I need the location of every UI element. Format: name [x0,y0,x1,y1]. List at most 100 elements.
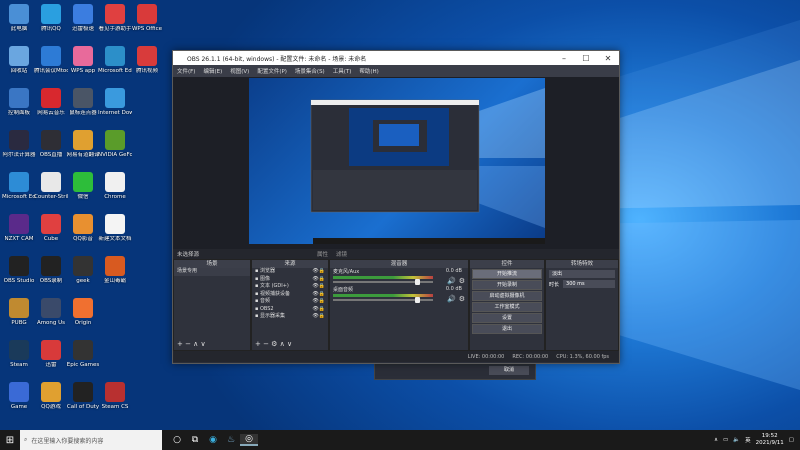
desktop-icon[interactable]: geek [66,256,100,285]
desktop-icon[interactable]: 腾讯QQ [34,4,68,33]
control-button[interactable]: 设置 [472,313,542,323]
desktop-icon[interactable]: QQ影音 [66,214,100,243]
menu-item[interactable]: 视图(V) [230,67,249,75]
desktop-icon[interactable]: OBS Studio [2,256,36,285]
desktop-icon[interactable]: 控制面板 [2,88,36,117]
desktop-icon[interactable]: 腾讯视频 [130,46,164,75]
task-view-button[interactable]: ⧉ [186,435,204,445]
scene-controls[interactable]: + − ∧ ∨ [177,340,206,348]
desktop-icon[interactable]: 网易有道翻译 [66,130,100,159]
speaker-icon[interactable]: 🔊 [447,295,456,303]
control-button[interactable]: 工作室模式 [472,302,542,312]
mixer-row-mic[interactable]: 麦克风/Aux 0.0 dB 🔊 ⚙ [330,268,468,286]
control-button[interactable]: 开始录制 [472,280,542,290]
visibility-lock-icons[interactable]: 👁🔒 [312,283,328,291]
transition-select[interactable]: 淡出 [549,270,615,278]
visibility-lock-icons[interactable]: 👁🔒 [312,306,328,314]
desktop-icon[interactable]: Call of Duty [66,382,100,411]
desktop-icon[interactable]: 回收站 [2,46,36,75]
notification-icon[interactable]: ▢ [789,437,794,443]
preview-canvas[interactable] [249,78,545,244]
desktop-icon[interactable]: Game [2,382,36,411]
chevron-up-icon[interactable]: ∧ [714,437,718,443]
ime-indicator[interactable]: 英 [745,436,751,444]
desktop-icon[interactable]: OBS直播 [34,130,68,159]
desktop-icon[interactable]: 鼠标连点器 [66,88,100,117]
desktop-icon[interactable]: Counter-Strike [34,172,68,201]
desktop-icon[interactable]: WPS Office [130,4,164,33]
desktop-icon[interactable]: 金山毒霸 [98,256,132,285]
desktop-icon[interactable]: QQ游戏 [34,382,68,411]
steam-icon[interactable]: ♨ [222,435,240,445]
properties-button[interactable]: 属性 [317,250,328,258]
maximize-button[interactable]: ☐ [575,54,597,63]
desktop-icon[interactable]: Microsoft Edge [98,46,132,75]
desktop-icon[interactable]: NZXT CAM [2,214,36,243]
search-box[interactable]: ⌕ 在这里输入你要搜索的内容 [20,430,162,450]
close-button[interactable]: ✕ [597,54,619,63]
start-button[interactable]: ⊞ [0,435,20,446]
desktop-icon[interactable]: Steam CS [98,382,132,411]
desktop-icon[interactable]: Internet Download [98,88,132,117]
menu-item[interactable]: 工具(T) [333,67,352,75]
menu-item[interactable]: 编辑(E) [203,67,222,75]
desktop-icon[interactable]: 微信 [66,172,100,201]
duration-input[interactable]: 300 ms [563,280,615,288]
source-controls[interactable]: + − ⚙ ∧ ∨ [255,340,292,348]
desktop-icon[interactable]: PUBG [2,298,36,327]
obs-window[interactable]: OBS 26.1.1 (64-bit, windows) - 配置文件: 未命名… [172,50,620,364]
minimize-button[interactable]: – [553,54,575,63]
clock[interactable]: 19:52 2021/9/11 [756,433,784,447]
scene-item[interactable]: 场景专用 [174,268,250,276]
desktop-icon[interactable]: Cube [34,214,68,243]
source-item[interactable]: ▪ 显示器采集 👁🔒 [252,313,328,321]
desktop-icon[interactable]: Chrome [98,172,132,201]
menu-item[interactable]: 文件(F) [177,67,195,75]
desktop-icon[interactable]: Origin [66,298,100,327]
menu-item[interactable]: 场景集合(S) [295,67,325,75]
volume-slider[interactable] [333,279,433,285]
obs-taskbar-icon[interactable]: ◎ [240,434,258,446]
desktop-icon[interactable]: Steam [2,340,36,369]
control-button[interactable]: 启动虚拟摄像机 [472,291,542,301]
desktop-icon[interactable]: 阿尔法计算器 [2,130,36,159]
menu-item[interactable]: 配置文件(P) [257,67,287,75]
desktop-icon[interactable]: OBS录制 [34,256,68,285]
desktop-icon[interactable]: 新建文本文档 [98,214,132,243]
menu-item[interactable]: 帮助(H) [359,67,378,75]
desktop-icon[interactable]: Microsoft Edge [2,172,36,201]
volume-slider[interactable] [333,297,433,303]
volume-icon[interactable]: 🔈 [733,437,740,443]
visibility-lock-icons[interactable]: 👁🔒 [312,276,328,284]
desktop-icon[interactable]: NVIDIA GeForce [98,130,132,159]
desktop-icon[interactable]: WPS app [66,46,100,75]
control-button[interactable]: 开始推流 [472,269,542,279]
gear-icon[interactable]: ⚙ [459,295,465,303]
visibility-lock-icons[interactable]: 👁🔒 [312,268,328,276]
desktop-icon[interactable]: 网易云音乐 [34,88,68,117]
control-button[interactable]: 退出 [472,324,542,334]
desktop-icon[interactable]: 看见手游助手 [98,4,132,33]
mixer-row-desktop[interactable]: 桌面音频 0.0 dB 🔊 ⚙ [330,286,468,304]
source-item[interactable]: ▪ 浏览器 👁🔒 [252,268,328,276]
desktop-icon[interactable]: 迅雷极速 [66,4,100,33]
visibility-lock-icons[interactable]: 👁🔒 [312,298,328,306]
preview-area[interactable] [173,77,619,273]
source-item[interactable]: ▪ 视频捕获设备 👁🔒 [252,291,328,299]
gear-icon[interactable]: ⚙ [459,277,465,285]
source-item[interactable]: ▪ 音频 👁🔒 [252,298,328,306]
visibility-lock-icons[interactable]: 👁🔒 [312,291,328,299]
desktop-icon[interactable]: 此电脑 [2,4,36,33]
source-item[interactable]: ▪ OBS2 👁🔒 [252,306,328,314]
filters-button[interactable]: 滤镜 [336,250,347,258]
source-item[interactable]: ▪ 文本 (GDI+) 👁🔒 [252,283,328,291]
obs-titlebar[interactable]: OBS 26.1.1 (64-bit, windows) - 配置文件: 未命名… [173,51,619,65]
network-icon[interactable]: ▭ [723,437,728,443]
desktop-icon[interactable]: 腾讯会议Mtools [34,46,68,75]
cancel-button[interactable]: 取消 [489,366,529,375]
desktop-icon[interactable]: Among Us [34,298,68,327]
speaker-icon[interactable]: 🔊 [447,277,456,285]
source-item[interactable]: ▪ 图像 👁🔒 [252,276,328,284]
task-view-icon[interactable]: ○ [168,435,186,445]
visibility-lock-icons[interactable]: 👁🔒 [312,313,328,321]
